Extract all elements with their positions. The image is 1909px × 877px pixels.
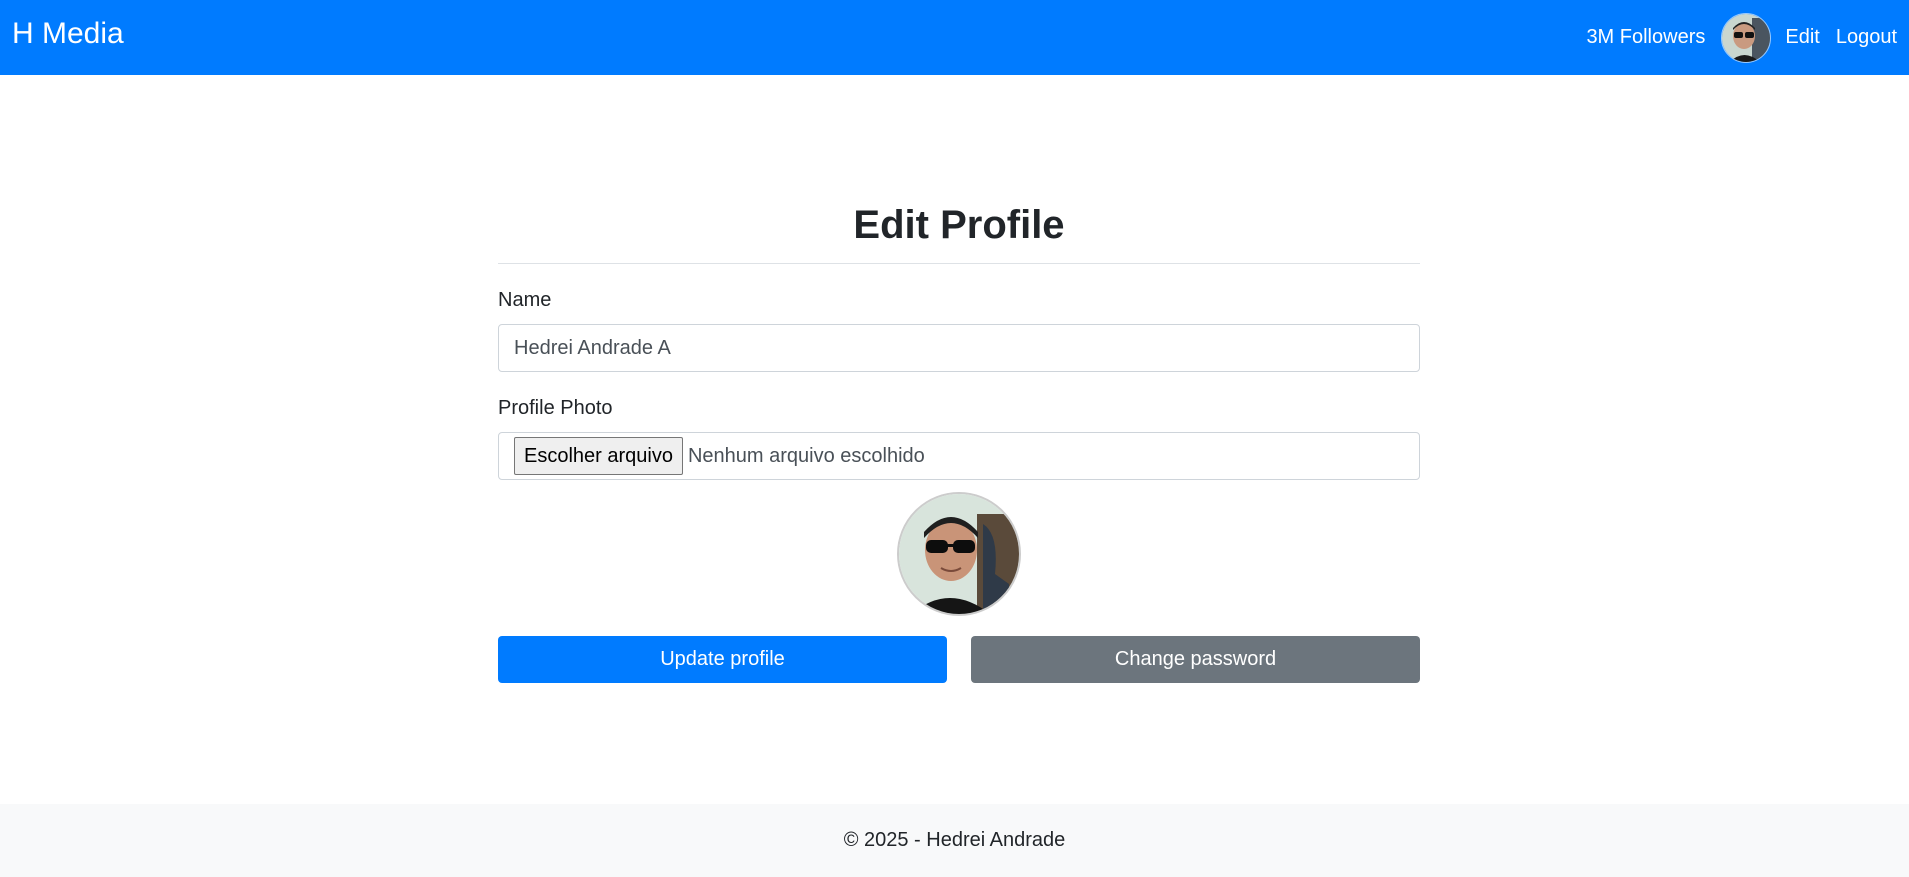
footer-text: © 2025 - Hedrei Andrade [843,829,1066,851]
name-input[interactable] [498,324,1420,372]
top-navbar: H Media 3M Followers Edit Logout [0,0,1909,75]
brand-link[interactable]: H Media [12,17,124,51]
name-label: Name [498,289,552,311]
photo-label: Profile Photo [498,397,613,419]
file-input[interactable]: Escolher arquivo Nenhum arquivo escolhid… [498,432,1420,480]
file-status: Nenhum arquivo escolhido [687,444,925,467]
change-password-button[interactable]: Change password [971,636,1420,683]
divider [498,263,1420,264]
footer: © 2025 - Hedrei Andrade [0,804,1909,877]
logout-link[interactable]: Logout [1836,26,1897,49]
followers-link[interactable]: 3M Followers [1586,26,1705,49]
choose-file-button[interactable]: Escolher arquivo [514,437,683,475]
preview-wrapper [498,492,1420,616]
update-profile-button[interactable]: Update profile [498,636,947,683]
page-title: Edit Profile [853,203,1065,247]
profile-photo-preview [897,492,1021,616]
action-buttons: Update profile Change password [498,636,1420,683]
edit-link[interactable]: Edit [1785,26,1819,49]
avatar[interactable] [1721,12,1772,63]
navbar-right: 3M Followers Edit Logout [1586,12,1897,63]
edit-profile-container: Edit Profile Name Profile Photo Escolher… [498,195,1420,683]
